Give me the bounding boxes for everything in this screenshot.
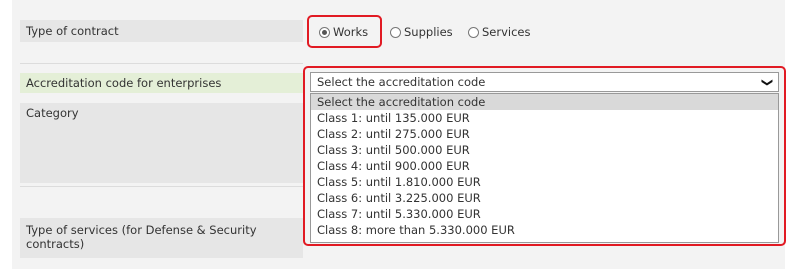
radio-services[interactable]: Services (468, 17, 531, 47)
dropdown-option[interactable]: Class 1: until 135.000 EUR (311, 110, 778, 126)
radio-supplies[interactable]: Supplies (390, 17, 453, 47)
dropdown-option[interactable]: Select the accreditation code (311, 94, 778, 110)
dropdown-option[interactable]: Class 2: until 275.000 EUR (311, 126, 778, 142)
dropdown-option[interactable]: Class 7: until 5.330.000 EUR (311, 206, 778, 222)
dropdown-option[interactable]: Class 6: until 3.225.000 EUR (311, 190, 778, 206)
radio-supplies-label: Supplies (404, 25, 453, 39)
radio-works-circle-icon[interactable] (319, 26, 330, 38)
dropdown-option[interactable]: Class 8: more than 5.330.000 EUR (311, 222, 778, 238)
chevron-down-icon[interactable]: ❯ (761, 78, 774, 87)
dropdown-option[interactable]: Class 4: until 900.000 EUR (311, 158, 778, 174)
category-label: Category (20, 103, 303, 183)
accreditation-code-label: Accreditation code for enterprises (20, 73, 303, 93)
dropdown-option[interactable]: Class 3: until 500.000 EUR (311, 142, 778, 158)
separator (20, 186, 303, 187)
radio-services-label: Services (482, 25, 531, 39)
radio-works[interactable]: Works (319, 17, 368, 47)
radio-services-circle-icon[interactable] (468, 26, 479, 38)
type-of-services-label: Type of services (for Defense & Security… (20, 218, 303, 258)
accreditation-select-value: Select the accreditation code (317, 75, 486, 89)
radio-supplies-circle-icon[interactable] (390, 26, 401, 38)
dropdown-option[interactable]: Class 5: until 1.810.000 EUR (311, 174, 778, 190)
accreditation-select[interactable]: Select the accreditation code ❯ (310, 72, 779, 92)
accreditation-dropdown-list: Select the accreditation code Class 1: u… (310, 93, 779, 243)
radio-works-label: Works (333, 25, 369, 39)
type-of-contract-label: Type of contract (20, 20, 303, 42)
separator (20, 63, 303, 64)
